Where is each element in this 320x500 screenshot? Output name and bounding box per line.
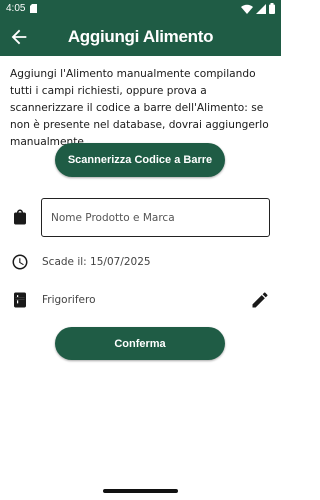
status-bar: 4:05 bbox=[0, 0, 281, 18]
status-time: 4:05 bbox=[6, 3, 26, 14]
wifi-icon bbox=[241, 4, 253, 14]
home-handle[interactable] bbox=[103, 489, 178, 493]
intro-text: Aggiungi l'Alimento manualmente compilan… bbox=[10, 68, 269, 148]
clock-icon bbox=[12, 254, 28, 270]
expiry-date[interactable]: Scade il: 15/07/2025 bbox=[42, 256, 151, 268]
navigation-bar bbox=[0, 480, 281, 500]
shopping-bag-icon bbox=[14, 209, 26, 225]
storage-location: Frigorifero bbox=[42, 294, 96, 306]
status-icons bbox=[241, 3, 275, 14]
signal-icon bbox=[256, 3, 266, 14]
scan-barcode-button[interactable]: Scannerizza Codice a Barre bbox=[55, 143, 225, 177]
sd-card-icon bbox=[30, 4, 37, 13]
pencil-icon[interactable] bbox=[250, 290, 270, 310]
page-title: Aggiungi Alimento bbox=[67, 27, 214, 46]
battery-icon bbox=[269, 3, 275, 14]
product-name-input[interactable] bbox=[41, 198, 270, 237]
confirm-button[interactable]: Conferma bbox=[55, 327, 225, 360]
app-bar: Aggiungi Alimento bbox=[0, 18, 281, 56]
fridge-icon bbox=[14, 292, 26, 308]
